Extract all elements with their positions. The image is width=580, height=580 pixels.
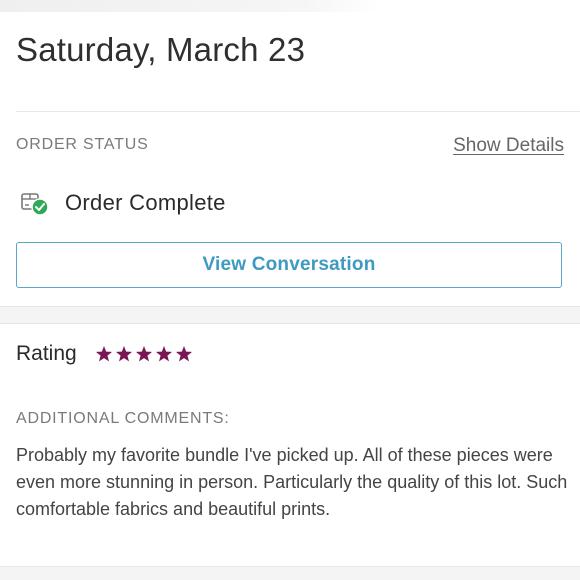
- star-icon: [155, 346, 173, 362]
- star-icon: [135, 346, 153, 362]
- order-status-text: Order Complete: [65, 190, 226, 215]
- top-strip: [0, 0, 380, 12]
- bottom-strip: [0, 566, 580, 580]
- view-conversation-button[interactable]: View Conversation: [16, 242, 562, 288]
- order-date: Saturday, March 23: [16, 31, 306, 68]
- order-detail-page: Saturday, March 23 ORDER STATUS Show Det…: [0, 0, 580, 580]
- rating-stars: [95, 346, 193, 362]
- star-icon: [175, 346, 193, 362]
- additional-comments-label: ADDITIONAL COMMENTS:: [16, 410, 230, 427]
- show-details-link[interactable]: Show Details: [453, 135, 564, 157]
- divider: [16, 111, 580, 112]
- order-status-label: ORDER STATUS: [16, 136, 149, 153]
- rating-label: Rating: [16, 342, 77, 365]
- section-separator: [0, 306, 580, 324]
- package-check-icon: [19, 189, 51, 217]
- star-icon: [95, 346, 113, 362]
- comments-text: Probably my favorite bundle I've picked …: [16, 445, 568, 519]
- star-icon: [115, 346, 133, 362]
